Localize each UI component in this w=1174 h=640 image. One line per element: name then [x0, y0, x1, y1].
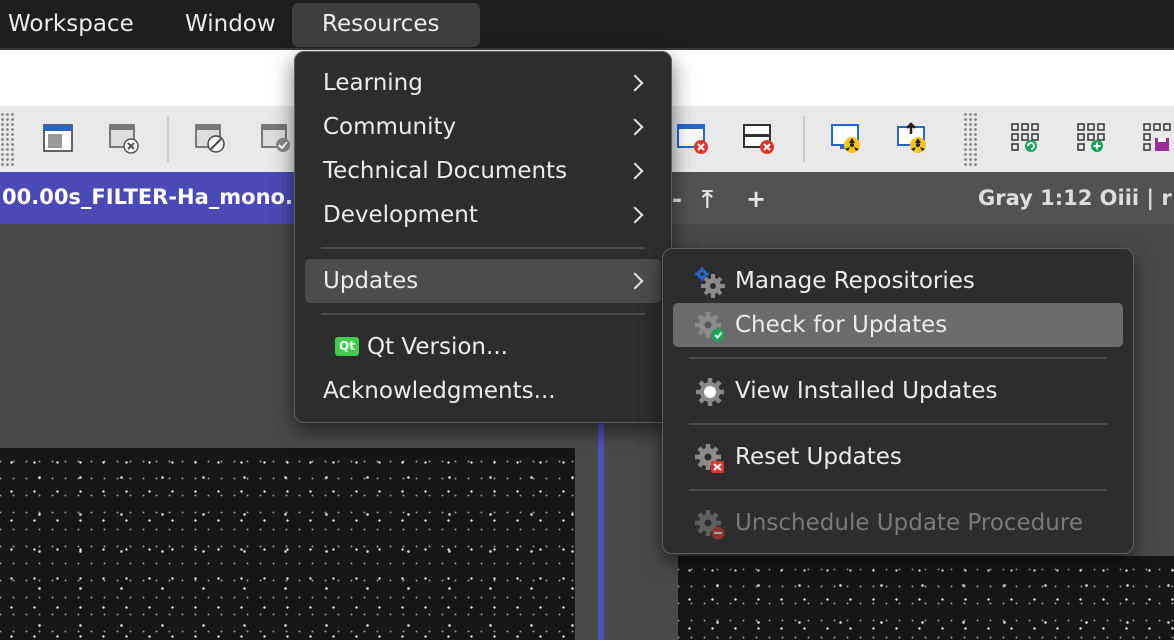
- fit-top-button[interactable]: ⤒: [702, 172, 713, 224]
- menu-item-acknowledgments[interactable]: Acknowledgments...: [305, 369, 661, 413]
- toolbar-separator: [167, 116, 169, 162]
- grid-add-icon[interactable]: [1076, 122, 1108, 154]
- menu-item-label: Unschedule Update Procedure: [735, 510, 1083, 536]
- menu-item-label: Manage Repositories: [735, 268, 975, 294]
- menu-separator: [689, 423, 1107, 425]
- menu-item-label: Learning: [323, 70, 423, 96]
- menu-item-label: Reset Updates: [735, 444, 902, 470]
- radiation-icon[interactable]: [830, 122, 862, 154]
- menu-window[interactable]: Window: [155, 3, 306, 47]
- gear-dot-icon: [696, 378, 724, 406]
- chevron-right-icon: [626, 118, 644, 136]
- resources-menu: Learning Community Technical Documents D…: [294, 51, 672, 423]
- menu-item-qt-version[interactable]: Qt Qt Version...: [305, 325, 661, 369]
- menu-item-label: Development: [323, 202, 478, 228]
- zoom-out-button[interactable]: -: [672, 172, 682, 224]
- menu-item-label: Qt Version...: [367, 334, 508, 360]
- mask-check-icon[interactable]: [260, 122, 292, 154]
- menu-bar: Workspace Window Resources: [0, 0, 1174, 48]
- menu-item-label: Acknowledgments...: [323, 378, 556, 404]
- menu-separator: [321, 313, 645, 315]
- menu-item-community[interactable]: Community: [305, 105, 661, 149]
- star-image[interactable]: [0, 448, 575, 640]
- menu-item-reset-updates[interactable]: Reset Updates: [673, 435, 1123, 479]
- menu-item-manage-repositories[interactable]: Manage Repositories: [673, 259, 1123, 303]
- radiation-upload-icon[interactable]: [896, 122, 928, 154]
- gear-x-icon: [695, 444, 724, 473]
- menu-item-label: Community: [323, 114, 457, 140]
- menu-item-label: Check for Updates: [735, 312, 948, 338]
- chevron-right-icon: [626, 272, 644, 290]
- chevron-right-icon: [626, 206, 644, 224]
- menu-item-updates[interactable]: Updates: [305, 259, 661, 303]
- menu-item-check-for-updates[interactable]: Check for Updates: [673, 303, 1123, 347]
- chevron-right-icon: [626, 162, 644, 180]
- menu-item-label: Technical Documents: [323, 158, 568, 184]
- gears-icon: [695, 267, 725, 298]
- menu-separator: [321, 247, 645, 249]
- menu-item-learning[interactable]: Learning: [305, 61, 661, 105]
- menu-item-label: Updates: [323, 268, 419, 294]
- toolbar-separator: [803, 116, 805, 162]
- toolbar-grip[interactable]: [963, 112, 977, 166]
- menu-item-view-installed-updates[interactable]: View Installed Updates: [673, 369, 1123, 413]
- menu-item-technical-documents[interactable]: Technical Documents: [305, 149, 661, 193]
- menu-item-label: View Installed Updates: [735, 378, 998, 404]
- new-window-icon[interactable]: [42, 122, 74, 154]
- grid-refresh-icon[interactable]: [1010, 122, 1042, 154]
- image-view-info: Gray 1:12 Oiii | r: [978, 186, 1172, 210]
- menu-workspace[interactable]: Workspace: [0, 3, 164, 47]
- grid-save-icon[interactable]: [1142, 122, 1174, 154]
- menu-resources[interactable]: Resources: [292, 3, 480, 47]
- updates-submenu: Manage Repositories Check for Updates Vi…: [662, 248, 1134, 554]
- close-window-icon[interactable]: [108, 122, 140, 154]
- chevron-right-icon: [626, 74, 644, 92]
- mask-icon[interactable]: [194, 122, 226, 154]
- menu-separator: [689, 489, 1107, 491]
- menu-separator: [689, 357, 1107, 359]
- close-red-icon[interactable]: [676, 122, 708, 154]
- gear-check-icon: [695, 312, 725, 342]
- toolbar-grip[interactable]: [0, 112, 14, 166]
- menu-item-development[interactable]: Development: [305, 193, 661, 237]
- qt-logo-icon: Qt: [335, 337, 359, 356]
- image-view-title-bar: - ⤒ + Gray 1:12 Oiii | r: [608, 172, 1174, 224]
- menu-item-unschedule-update-procedure: Unschedule Update Procedure: [673, 501, 1123, 545]
- gear-minus-icon: [695, 510, 725, 540]
- close-red-icon[interactable]: [742, 122, 774, 154]
- zoom-in-button[interactable]: +: [746, 172, 766, 224]
- star-image[interactable]: [678, 556, 1174, 640]
